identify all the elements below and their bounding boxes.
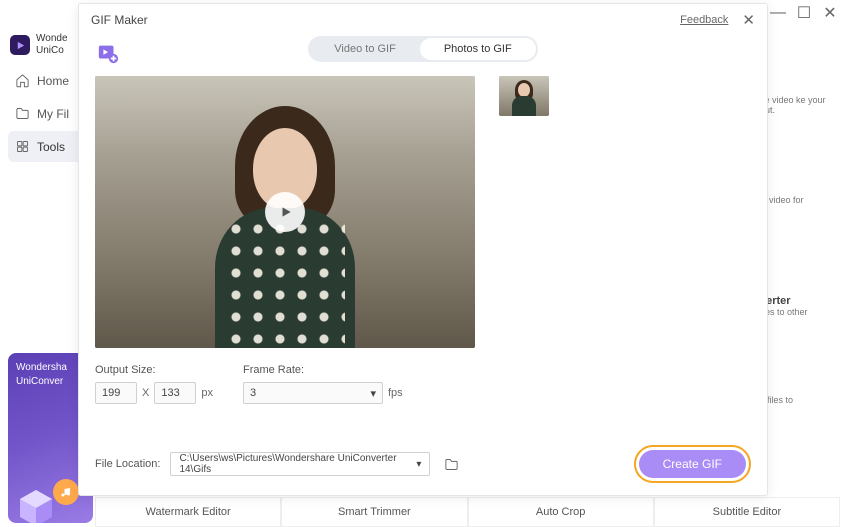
thumbnail-item[interactable] [499,76,549,116]
gif-maker-modal: GIF Maker Feedback ✕ Video to GIF Photos… [78,3,768,496]
nav-label: Tools [37,140,65,154]
bg-tile: verter ges to other [760,295,832,335]
file-location-label: File Location: [95,458,160,470]
output-size-label: Output Size: [95,364,213,376]
output-size-group: Output Size: X px [95,364,213,406]
nav-label: My Fil [37,107,69,121]
cube-icon [16,488,56,523]
brand-line2: UniCo [36,45,68,57]
preview-area [95,76,475,348]
bg-tile: se video ke your out. [760,95,832,135]
bg-tile-title: verter [760,295,832,307]
tool-trimmer[interactable]: Smart Trimmer [281,498,467,527]
output-width-input[interactable] [95,382,137,404]
create-gif-highlight: Create GIF [634,445,751,483]
app-logo: Wonde UniCo [8,29,87,65]
frame-rate-select[interactable]: 3 ▾ [243,382,383,404]
modal-footer: File Location: C:\Users\ws\Pictures\Wond… [95,445,751,483]
px-unit: px [201,387,213,399]
promo-text1: Wondersha [16,361,85,375]
bg-tiles: se video ke your out. D video for verter… [760,95,832,435]
bg-tile: D video for [760,195,832,235]
promo-text2: UniConver [16,375,85,389]
file-location-path: C:\Users\ws\Pictures\Wondershare UniConv… [179,453,416,475]
nav-home[interactable]: Home [8,65,87,96]
x-sep: X [142,387,149,399]
modal-close-button[interactable]: ✕ [742,11,755,29]
tab-video-to-gif[interactable]: Video to GIF [310,38,420,60]
modal-body: Video to GIF Photos to GIF [79,36,767,495]
open-folder-button[interactable] [440,453,462,475]
minimize-button[interactable]: — [770,4,786,22]
fps-unit: fps [388,387,403,399]
play-button[interactable] [265,192,305,232]
modal-title: GIF Maker [91,13,148,27]
chevron-down-icon: ▾ [370,387,376,400]
create-gif-button[interactable]: Create GIF [639,450,746,478]
chevron-down-icon: ▾ [416,459,421,470]
brand-line1: Wonde [36,33,68,45]
frame-rate-label: Frame Rate: [243,364,403,376]
output-height-input[interactable] [154,382,196,404]
bg-tile: y files to [760,395,832,435]
maximize-button[interactable]: ☐ [796,3,812,23]
nav-tools[interactable]: Tools [8,131,87,162]
logo-icon [10,35,30,55]
music-icon [53,479,79,505]
tool-autocrop[interactable]: Auto Crop [468,498,654,527]
close-button[interactable]: ✕ [822,3,838,23]
import-media-button[interactable] [95,40,121,66]
frame-rate-value: 3 [250,387,256,399]
feedback-link[interactable]: Feedback [680,14,728,26]
tool-watermark[interactable]: Watermark Editor [95,498,281,527]
tab-photos-to-gif[interactable]: Photos to GIF [420,38,536,60]
nav-myfiles[interactable]: My Fil [8,98,87,129]
frame-rate-group: Frame Rate: 3 ▾ fps [243,364,403,406]
file-location-select[interactable]: C:\Users\ws\Pictures\Wondershare UniConv… [170,452,430,476]
modal-header: GIF Maker Feedback ✕ [79,4,767,36]
tool-subtitle[interactable]: Subtitle Editor [654,498,840,527]
bottom-tools: Watermark Editor Smart Trimmer Auto Crop… [95,497,840,527]
nav-label: Home [37,74,69,88]
mode-tabs: Video to GIF Photos to GIF [308,36,537,62]
thumbnails-area [499,76,751,429]
